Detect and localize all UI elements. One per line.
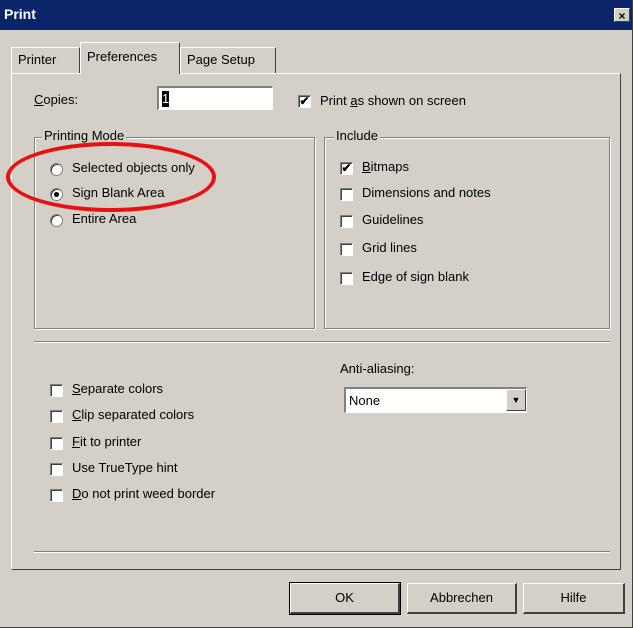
close-button[interactable]: × (614, 8, 630, 23)
grid-lines-label[interactable]: Grid lines (362, 240, 417, 255)
fit-to-printer-checkbox[interactable] (50, 437, 63, 450)
radio-entire-area-label[interactable]: Entire Area (72, 211, 136, 226)
anti-aliasing-value: None (349, 393, 381, 408)
anti-aliasing-select[interactable]: None ▼ (344, 387, 527, 413)
tab-printer-label: Printer (18, 52, 57, 67)
print-as-shown-checkbox[interactable]: ✔ (298, 95, 311, 108)
clip-separated-colors-checkbox[interactable] (50, 410, 63, 423)
print-as-shown-label[interactable]: Print as shown on screen (320, 93, 466, 108)
radio-entire-area[interactable] (50, 214, 63, 227)
check-icon: ✔ (299, 94, 310, 108)
dropdown-button[interactable]: ▼ (506, 389, 526, 411)
check-icon: ✔ (341, 161, 352, 175)
radio-sign-blank-area[interactable] (50, 188, 63, 201)
tab-page-setup-label: Page Setup (187, 52, 255, 67)
weed-border-label[interactable]: Do not print weed border (72, 486, 215, 501)
cancel-button[interactable]: Abbrechen (407, 583, 517, 614)
print-dialog: Print × Printer Preferences Page Setup C… (0, 0, 633, 628)
grid-lines-checkbox[interactable] (340, 243, 353, 256)
include-title: Include (334, 128, 380, 143)
separator-top (34, 341, 610, 343)
bitmaps-label[interactable]: Bitmaps (362, 159, 409, 174)
tab-printer[interactable]: Printer (11, 47, 80, 73)
chevron-down-icon: ▼ (511, 395, 521, 405)
title-bar[interactable]: Print × (0, 0, 632, 30)
radio-selected-objects-label[interactable]: Selected objects only (72, 160, 195, 175)
radio-sign-blank-area-label[interactable]: Sign Blank Area (72, 185, 165, 200)
bitmaps-checkbox[interactable]: ✔ (340, 162, 353, 175)
separator-bottom (34, 551, 610, 553)
tab-page-setup[interactable]: Page Setup (180, 47, 276, 73)
help-button[interactable]: Hilfe (523, 583, 625, 614)
edge-of-sign-blank-checkbox[interactable] (340, 272, 353, 285)
tab-preferences-label: Preferences (87, 49, 158, 64)
truetype-hint-label[interactable]: Use TrueType hint (72, 460, 178, 475)
close-icon: × (618, 9, 626, 23)
anti-aliasing-label: Anti-aliasing: (340, 361, 415, 376)
clip-separated-colors-label[interactable]: Clip separated colors (72, 407, 194, 422)
copies-value: 1 (162, 91, 170, 107)
printing-mode-title: Printing Mode (42, 128, 127, 143)
dimensions-notes-checkbox[interactable] (340, 188, 353, 201)
guidelines-label[interactable]: Guidelines (362, 212, 423, 227)
radio-selected-objects[interactable] (50, 163, 63, 176)
weed-border-checkbox[interactable] (50, 489, 63, 502)
truetype-hint-checkbox[interactable] (50, 463, 63, 476)
tab-preferences[interactable]: Preferences (80, 42, 180, 74)
separate-colors-checkbox[interactable] (50, 384, 63, 397)
fit-to-printer-label[interactable]: Fit to printer (72, 434, 141, 449)
guidelines-checkbox[interactable] (340, 215, 353, 228)
radio-dot (54, 192, 59, 197)
copies-input[interactable]: 1 (157, 86, 273, 110)
edge-of-sign-blank-label[interactable]: Edge of sign blank (362, 269, 469, 284)
dialog-title: Print (4, 6, 36, 22)
copies-label: Copies: (34, 92, 79, 107)
dimensions-notes-label[interactable]: Dimensions and notes (362, 185, 491, 200)
separate-colors-label[interactable]: Separate colors (72, 381, 163, 396)
ok-button[interactable]: OK (289, 582, 401, 615)
